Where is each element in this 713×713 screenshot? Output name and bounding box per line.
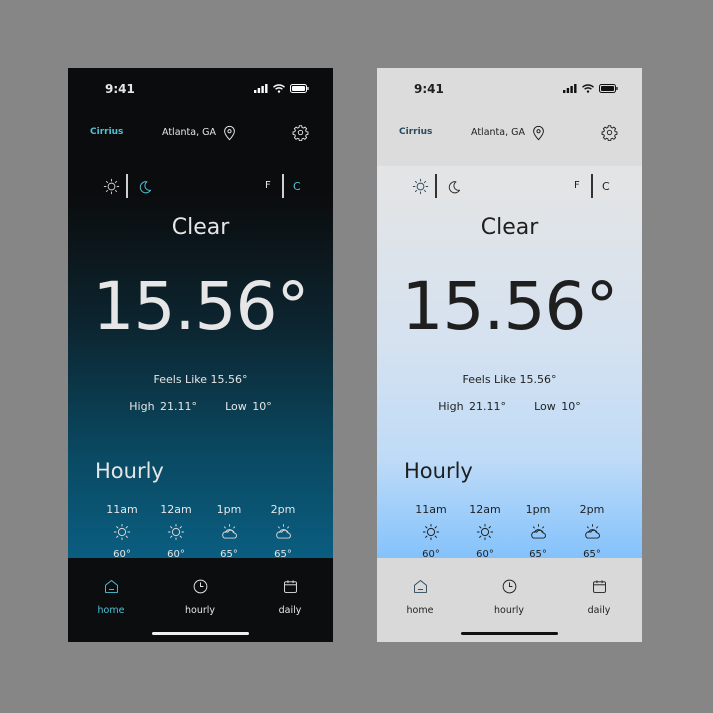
status-icons (563, 84, 618, 93)
weather-condition: Clear (171, 215, 230, 240)
clock-icon (192, 578, 209, 595)
signal-icon (563, 84, 577, 93)
battery-icon (599, 84, 618, 93)
hourly-item: 11am 60° (95, 503, 149, 560)
hourly-time: 1pm (216, 503, 242, 516)
nav-daily-label: daily (278, 605, 302, 616)
hourly-item: 2pm 65° (256, 503, 310, 560)
status-bar: 9:41 (377, 82, 642, 98)
nav-daily[interactable]: daily (569, 575, 629, 616)
location-pin-icon[interactable] (223, 125, 236, 141)
partly-cloudy-icon (274, 523, 293, 541)
calendar-icon (591, 578, 608, 595)
bottom-nav: home hourly daily (377, 558, 642, 642)
battery-icon (290, 84, 309, 93)
bottom-nav: home hourly daily (68, 558, 333, 642)
status-bar: 9:41 (68, 82, 333, 98)
hourly-item: 1pm 65° (511, 503, 565, 560)
nav-daily-label: daily (587, 605, 611, 616)
calendar-icon (282, 578, 299, 595)
wifi-icon (273, 84, 285, 93)
hourly-item: 2pm 65° (565, 503, 619, 560)
dark-mode-toggle-icon[interactable] (137, 179, 153, 195)
location-label[interactable]: Atlanta, GA (162, 127, 216, 138)
hourly-time: 11am (415, 503, 447, 516)
wifi-icon (582, 84, 594, 93)
settings-gear-icon[interactable] (601, 124, 618, 141)
nav-hourly[interactable]: hourly (170, 575, 230, 616)
current-temperature: 15.56° (92, 268, 310, 345)
sun-icon (113, 523, 131, 541)
hourly-time: 11am (106, 503, 138, 516)
unit-fahrenheit-button[interactable]: F (574, 180, 580, 191)
home-indicator[interactable] (152, 632, 249, 635)
nav-home-label: home (97, 605, 125, 616)
hourly-time: 2pm (579, 503, 605, 516)
hourly-title: Hourly (404, 459, 473, 483)
partly-cloudy-icon (529, 523, 548, 541)
nav-hourly-label: hourly (184, 605, 216, 616)
sun-icon (422, 523, 440, 541)
hourly-item: 12am 60° (149, 503, 203, 560)
partly-cloudy-icon (220, 523, 239, 541)
clock-icon (501, 578, 518, 595)
current-temperature: 15.56° (401, 268, 619, 345)
nav-home[interactable]: home (390, 575, 450, 616)
unit-divider (282, 174, 284, 198)
hourly-time: 1pm (525, 503, 551, 516)
app-name: Cirrius (399, 127, 433, 137)
toggle-divider (435, 174, 437, 198)
app-name: Cirrius (90, 127, 124, 137)
home-indicator[interactable] (461, 632, 558, 635)
low-temp: Low 10° (534, 400, 581, 413)
feels-like: Feels Like 15.56° (462, 373, 557, 386)
nav-hourly[interactable]: hourly (479, 575, 539, 616)
home-icon (103, 578, 120, 595)
hourly-time: 2pm (270, 503, 296, 516)
light-mode-screen: 9:41 Cirrius Atlanta, GA F C Clear 15.56… (377, 68, 642, 642)
unit-celsius-button[interactable]: C (293, 180, 301, 193)
high-temp: High 21.11° (438, 400, 507, 413)
nav-home[interactable]: home (81, 575, 141, 616)
signal-icon (254, 84, 268, 93)
hourly-item: 12am 60° (458, 503, 512, 560)
home-icon (412, 578, 429, 595)
high-low: High 21.11° Low 10° (377, 400, 642, 413)
light-mode-toggle-icon[interactable] (412, 178, 429, 195)
partly-cloudy-icon (583, 523, 602, 541)
sun-icon (476, 523, 494, 541)
high-temp: High 21.11° (129, 400, 198, 413)
nav-hourly-label: hourly (493, 605, 525, 616)
hourly-time: 12am (469, 503, 501, 516)
nav-daily[interactable]: daily (260, 575, 320, 616)
location-pin-icon[interactable] (532, 125, 545, 141)
status-time: 9:41 (105, 82, 135, 96)
settings-gear-icon[interactable] (292, 124, 309, 141)
status-time: 9:41 (414, 82, 444, 96)
nav-home-label: home (406, 605, 434, 616)
weather-condition: Clear (480, 215, 539, 240)
sun-icon (167, 523, 185, 541)
low-temp: Low 10° (225, 400, 272, 413)
unit-celsius-button[interactable]: C (602, 180, 610, 193)
hourly-time: 12am (160, 503, 192, 516)
feels-like: Feels Like 15.56° (153, 373, 248, 386)
toggle-divider (126, 174, 128, 198)
hourly-item: 11am 60° (404, 503, 458, 560)
hourly-item: 1pm 65° (202, 503, 256, 560)
high-low: High 21.11° Low 10° (68, 400, 333, 413)
light-mode-toggle-icon[interactable] (103, 178, 120, 195)
status-icons (254, 84, 309, 93)
location-label[interactable]: Atlanta, GA (471, 127, 525, 138)
dark-mode-toggle-icon[interactable] (446, 179, 462, 195)
unit-divider (591, 174, 593, 198)
unit-fahrenheit-button[interactable]: F (265, 180, 271, 191)
dark-mode-screen: 9:41 Cirrius Atlanta, GA F C Clear 15.56… (68, 68, 333, 642)
hourly-title: Hourly (95, 459, 164, 483)
